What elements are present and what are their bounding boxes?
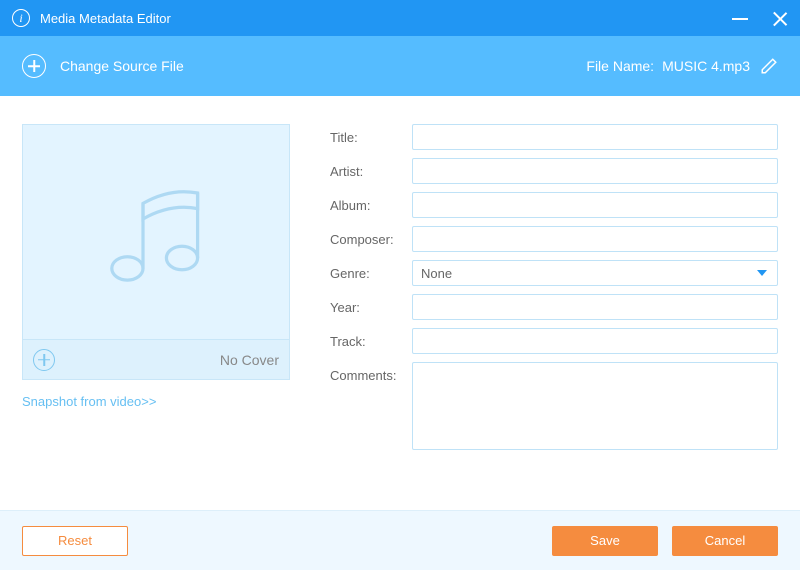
snapshot-from-video-link[interactable]: Snapshot from video>> xyxy=(22,394,290,409)
titlebar: i Media Metadata Editor xyxy=(0,0,800,36)
year-label: Year: xyxy=(330,294,412,315)
cover-preview: No Cover xyxy=(22,124,290,380)
track-input[interactable] xyxy=(412,328,778,354)
file-name-value: MUSIC 4.mp3 xyxy=(662,58,750,74)
cover-footer: No Cover xyxy=(23,339,289,379)
track-label: Track: xyxy=(330,328,412,349)
metadata-form: Title: Artist: Album: Composer: Genre: N… xyxy=(330,124,778,490)
year-input[interactable] xyxy=(412,294,778,320)
no-cover-label: No Cover xyxy=(55,352,279,368)
change-source-button[interactable]: Change Source File xyxy=(60,58,184,74)
toolbar: Change Source File File Name: MUSIC 4.mp… xyxy=(0,36,800,96)
window-title: Media Metadata Editor xyxy=(40,11,732,26)
add-cover-button[interactable] xyxy=(33,349,55,371)
album-label: Album: xyxy=(330,192,412,213)
info-icon: i xyxy=(12,9,30,27)
file-name-label: File Name: xyxy=(586,58,654,74)
genre-select[interactable]: None xyxy=(412,260,778,286)
cancel-button[interactable]: Cancel xyxy=(672,526,778,556)
genre-selected-value: None xyxy=(421,266,452,281)
title-label: Title: xyxy=(330,124,412,145)
reset-button[interactable]: Reset xyxy=(22,526,128,556)
edit-filename-icon[interactable] xyxy=(760,57,778,75)
close-button[interactable] xyxy=(772,10,788,26)
title-input[interactable] xyxy=(412,124,778,150)
comments-textarea[interactable] xyxy=(412,362,778,450)
artist-input[interactable] xyxy=(412,158,778,184)
album-input[interactable] xyxy=(412,192,778,218)
action-bar: Reset Save Cancel xyxy=(0,510,800,570)
composer-input[interactable] xyxy=(412,226,778,252)
chevron-down-icon xyxy=(757,270,767,276)
cover-column: No Cover Snapshot from video>> xyxy=(22,124,290,490)
genre-label: Genre: xyxy=(330,260,412,281)
save-button[interactable]: Save xyxy=(552,526,658,556)
artist-label: Artist: xyxy=(330,158,412,179)
music-note-icon xyxy=(23,125,289,339)
comments-label: Comments: xyxy=(330,362,412,383)
minimize-button[interactable] xyxy=(732,10,748,26)
change-source-icon[interactable] xyxy=(22,54,46,78)
content-area: No Cover Snapshot from video>> Title: Ar… xyxy=(0,96,800,510)
composer-label: Composer: xyxy=(330,226,412,247)
